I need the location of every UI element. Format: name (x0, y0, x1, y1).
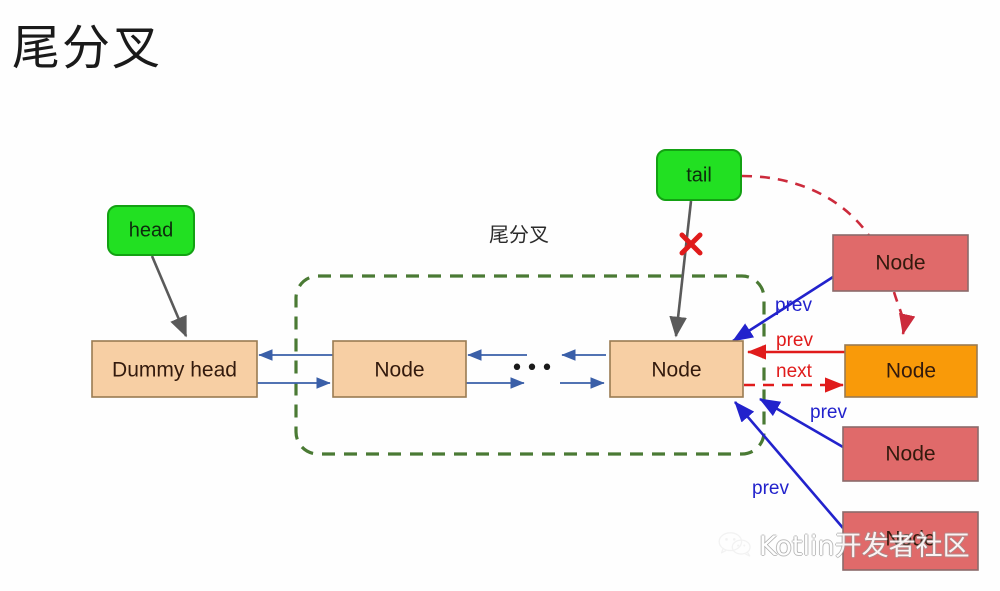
node-detached-3[interactable]: Node (842, 511, 979, 571)
node-active-orange[interactable]: Node (844, 344, 978, 398)
pointer-tail-label: tail (686, 164, 712, 186)
node-detached-3-label: Node (885, 528, 935, 551)
slide-canvas: 尾分叉 尾分叉 ••• prev next prev prev prev Dum… (0, 0, 1000, 591)
edge-label-prev-top: prev (775, 295, 812, 316)
node-chain-2-label: Node (651, 359, 701, 382)
node-chain-1-label: Node (374, 359, 424, 382)
edge-label-next-mid: next (776, 361, 813, 382)
edge-label-prev-low: prev (810, 402, 847, 423)
node-detached-2[interactable]: Node (842, 426, 979, 482)
node-detached-2-label: Node (885, 443, 935, 466)
node-detached-1[interactable]: Node (832, 234, 969, 292)
node-chain-2[interactable]: Node (609, 340, 744, 398)
pointer-head[interactable]: head (107, 205, 195, 256)
tail-pointer-arrow (669, 200, 693, 338)
node-chain-1[interactable]: Node (332, 340, 467, 398)
edge-label-prev-bottom: prev (752, 478, 789, 499)
node-dummy-head[interactable]: Dummy head (91, 340, 258, 398)
edge-label-prev-mid: prev (776, 330, 813, 351)
invalid-link-marker (679, 232, 703, 256)
pointer-head-label: head (129, 219, 174, 241)
head-pointer-arrow (150, 255, 188, 338)
chain-ellipsis: ••• (511, 356, 556, 381)
node-active-orange-label: Node (886, 360, 936, 383)
node-detached-1-label: Node (875, 252, 925, 275)
group-label: 尾分叉 (489, 223, 549, 247)
linked-list-diagram: 尾分叉 ••• prev next prev prev prev Dummy h… (91, 149, 979, 571)
node-dummy-head-label: Dummy head (112, 359, 237, 382)
pointer-tail[interactable]: tail (656, 149, 742, 201)
